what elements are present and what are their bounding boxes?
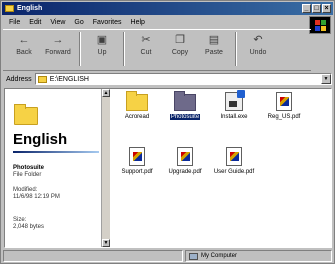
size-value: 2,048 bytes: [13, 224, 45, 230]
pdf-icon: [129, 147, 145, 166]
size-label: Size:: [13, 217, 27, 223]
paste-button[interactable]: ▤ Paste: [197, 30, 231, 68]
file-name: Reg_US.pdf: [267, 114, 301, 120]
file-name: Photosuite: [169, 114, 201, 120]
menu-file[interactable]: File: [9, 19, 20, 26]
folder-view: English Photosuite File Folder Modified:…: [4, 88, 332, 248]
status-location: My Computer: [185, 250, 332, 262]
up-button[interactable]: ▣ Up: [85, 30, 119, 68]
folder-icon: [126, 91, 148, 111]
divider: [13, 151, 99, 153]
scrollbar[interactable]: ▲ ▼: [101, 89, 110, 247]
explorer-window: English _ □ × File Edit View Go Favorite…: [0, 0, 335, 264]
status-location-text: My Computer: [201, 253, 238, 259]
menu-favorites[interactable]: Favorites: [93, 19, 122, 26]
modified-label: Modified:: [13, 187, 38, 193]
file-name: Install.exe: [220, 114, 248, 120]
file-item-upgrade[interactable]: Upgrade.pdf: [163, 147, 207, 175]
title-bar[interactable]: English _ □ ×: [2, 2, 333, 15]
toolbar-separator: [235, 32, 237, 66]
menu-view[interactable]: View: [50, 19, 65, 26]
file-name: User Guide.pdf: [213, 169, 255, 175]
status-bar: My Computer: [3, 250, 332, 263]
forward-label: Forward: [45, 49, 71, 56]
copy-button[interactable]: ❐ Copy: [163, 30, 197, 68]
maximize-button[interactable]: □: [312, 4, 321, 13]
setup-exe-icon: [225, 90, 245, 111]
web-view-panel: English Photosuite File Folder Modified:…: [5, 89, 110, 247]
toolbar-separator: [79, 32, 81, 66]
forward-button[interactable]: → Forward: [41, 30, 75, 68]
address-input[interactable]: E:\ENGLISH ▼: [34, 73, 332, 85]
undo-button[interactable]: ↶ Undo: [241, 30, 275, 68]
file-item-support[interactable]: Support.pdf: [115, 147, 159, 175]
scissors-icon: ✂: [141, 34, 151, 46]
file-item-reg-us[interactable]: Reg_US.pdf: [262, 92, 306, 120]
folder-title: English: [13, 131, 68, 148]
pdf-icon: [226, 147, 242, 166]
window-title: English: [17, 5, 43, 12]
cut-label: Cut: [140, 49, 152, 56]
address-value: E:\ENGLISH: [49, 75, 89, 83]
close-button[interactable]: ×: [322, 4, 331, 13]
toolbar: ← Back → Forward ▣ Up ✂ Cut ❐ Copy ▤ Pas…: [3, 29, 311, 71]
scroll-up-button[interactable]: ▲: [102, 89, 110, 97]
pdf-icon: [177, 147, 193, 166]
selected-name: Photosuite: [13, 165, 44, 171]
size-info: Size: 2,048 bytes: [13, 217, 44, 231]
menu-bar: File Edit View Go Favorites Help: [3, 16, 303, 28]
address-bar: Address E:\ENGLISH ▼: [3, 72, 332, 86]
file-list: Acroread Photosuite Install.exe Reg_US.p…: [113, 89, 331, 247]
back-button[interactable]: ← Back: [7, 30, 41, 68]
windows-logo-icon: [309, 16, 331, 34]
minimize-button[interactable]: _: [302, 4, 311, 13]
selected-type: File Folder: [13, 172, 42, 178]
file-item-acroread[interactable]: Acroread: [115, 91, 159, 120]
undo-icon: ↶: [253, 34, 263, 46]
copy-label: Copy: [171, 49, 189, 56]
address-label: Address: [6, 75, 32, 83]
status-pane: [3, 250, 183, 262]
folder-icon: [5, 5, 14, 12]
cut-button[interactable]: ✂ Cut: [129, 30, 163, 68]
selected-info: Photosuite File Folder: [13, 165, 44, 179]
menu-go[interactable]: Go: [74, 19, 83, 26]
up-folder-icon: ▣: [96, 34, 108, 46]
file-name: Upgrade.pdf: [168, 169, 202, 175]
menu-help[interactable]: Help: [131, 19, 145, 26]
folder-icon: [14, 104, 38, 125]
undo-label: Undo: [249, 49, 267, 56]
menu-edit[interactable]: Edit: [29, 19, 41, 26]
forward-arrow-icon: →: [52, 33, 64, 46]
pdf-icon: [276, 92, 292, 111]
chevron-down-icon[interactable]: ▼: [321, 74, 331, 84]
file-item-photosuite[interactable]: Photosuite: [163, 91, 207, 120]
toolbar-separator: [123, 32, 125, 66]
my-computer-icon: [189, 252, 198, 260]
copy-icon: ❐: [175, 34, 185, 46]
file-item-user-guide[interactable]: User Guide.pdf: [212, 147, 256, 175]
back-arrow-icon: ←: [18, 33, 30, 46]
file-item-install[interactable]: Install.exe: [212, 90, 256, 120]
paste-label: Paste: [205, 49, 223, 56]
folder-icon: [174, 91, 196, 111]
up-label: Up: [97, 49, 107, 56]
file-name: Acroread: [124, 114, 150, 120]
file-name: Support.pdf: [121, 169, 153, 175]
scroll-down-button[interactable]: ▼: [102, 239, 110, 247]
modified-value: 11/6/98 12:19 PM: [13, 194, 60, 200]
back-label: Back: [16, 49, 32, 56]
modified-info: Modified: 11/6/98 12:19 PM: [13, 187, 93, 201]
folder-icon: [37, 75, 47, 83]
paste-icon: ▤: [208, 34, 220, 46]
